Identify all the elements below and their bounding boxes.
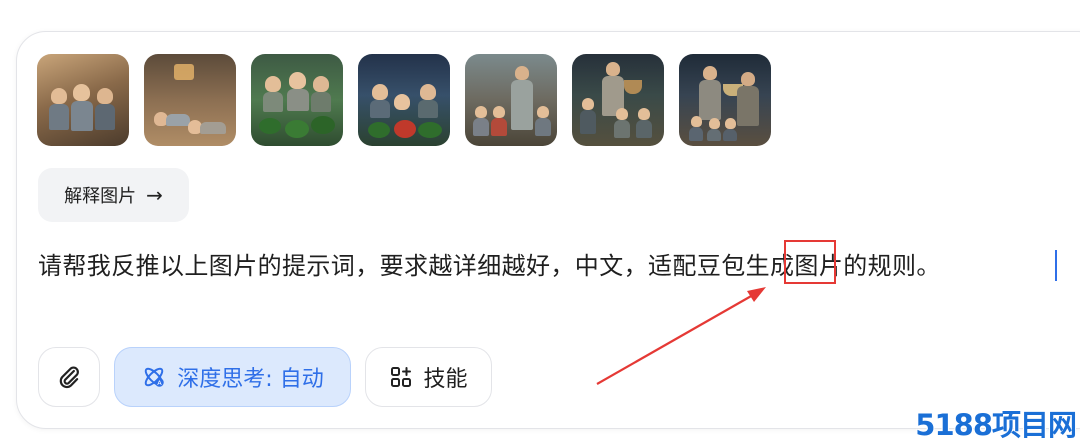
watermark: 5188项目网 xyxy=(915,408,1077,442)
skills-button[interactable]: 技能 xyxy=(365,347,492,407)
attach-button[interactable] xyxy=(38,347,100,407)
svg-text:A: A xyxy=(157,379,162,387)
grid-plus-icon xyxy=(391,367,412,387)
deep-think-label: 深度思考: 自动 xyxy=(177,367,324,392)
deep-think-toggle[interactable]: A 深度思考: 自动 xyxy=(114,347,351,407)
skills-label: 技能 xyxy=(423,367,468,392)
atom-icon: A xyxy=(145,367,165,387)
paperclip-icon xyxy=(59,366,79,389)
